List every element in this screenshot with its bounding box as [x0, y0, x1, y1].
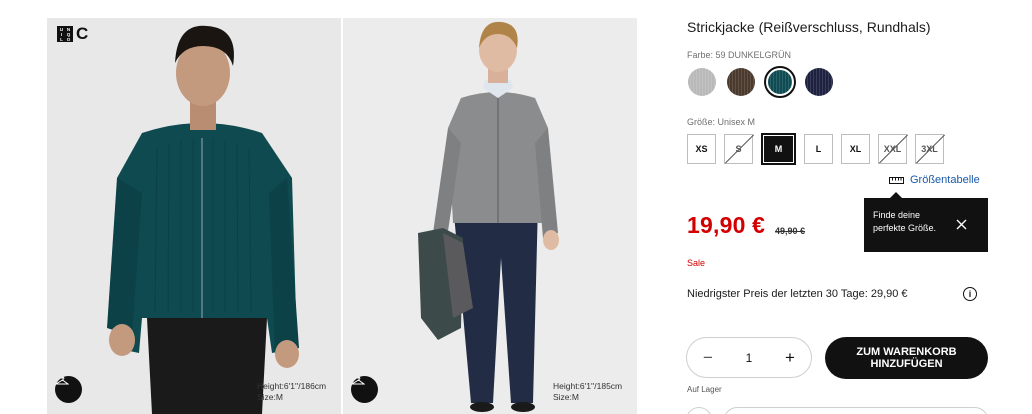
color-swatch-navy[interactable] — [803, 66, 835, 98]
increase-quantity-button[interactable]: + — [783, 348, 797, 368]
add-to-cart-line-1: ZUM WARENKORB — [856, 346, 957, 358]
color-swatches — [686, 66, 835, 98]
model-height: Height:6'1''/186cm — [257, 381, 327, 391]
product-photo-front[interactable]: U N I Q L O C Height:6'1''/186cm Size:M — [47, 18, 341, 414]
decrease-quantity-button[interactable]: − — [701, 348, 715, 368]
model-size: Size:M — [553, 392, 579, 402]
original-price: 49,90 € — [775, 226, 806, 236]
stock-status: Auf Lager — [687, 385, 722, 394]
model-size: Size:M — [257, 392, 283, 402]
model-info: Height:6'1''/186cm Size:M — [257, 381, 326, 403]
model-height: Height:6'1''/185cm — [553, 381, 623, 391]
size-option-xs[interactable]: XS — [687, 134, 716, 164]
wishlist-button[interactable] — [686, 407, 712, 414]
model-illustration-grey-cardigan — [343, 18, 637, 414]
color-swatch-dark-green[interactable] — [764, 66, 796, 98]
quantity-value[interactable]: 1 — [746, 351, 753, 365]
color-swatch-grey[interactable] — [686, 66, 718, 98]
size-guide-label: Größentabelle — [910, 174, 980, 186]
store-availability-button[interactable] — [724, 407, 988, 414]
size-option-xxl[interactable]: XXL — [878, 134, 907, 164]
size-guide-link[interactable]: Größentabelle — [889, 174, 980, 186]
product-photo-styled[interactable]: Height:6'1''/185cm Size:M — [343, 18, 637, 414]
quantity-stepper: − 1 + — [686, 337, 812, 378]
add-to-cart-button[interactable]: ZUM WARENKORB HINZUFÜGEN — [825, 337, 988, 379]
hanger-icon[interactable] — [351, 376, 378, 403]
color-label: Farbe: 59 DUNKELGRÜN — [687, 50, 792, 60]
size-label: Größe: Unisex M — [687, 117, 756, 127]
size-selector: XS S M L XL XXL 3XL — [687, 133, 944, 165]
product-title: Strickjacke (Reißverschluss, Rundhals) — [687, 19, 931, 35]
info-icon[interactable]: i — [963, 287, 977, 301]
uniqlo-logo-box: U N I Q L O — [57, 26, 73, 42]
size-option-m[interactable]: M — [761, 133, 796, 165]
size-option-xl[interactable]: XL — [841, 134, 870, 164]
logo-c-text: C — [76, 24, 89, 43]
sale-badge: Sale — [687, 258, 706, 268]
model-illustration-green-cardigan — [47, 18, 341, 414]
size-finder-tooltip: Finde deine perfekte Größe. — [864, 192, 988, 252]
ruler-icon — [889, 176, 904, 184]
model-info: Height:6'1''/185cm Size:M — [553, 381, 622, 403]
lowest-price-info: Niedrigster Preis der letzten 30 Tage: 2… — [687, 288, 908, 300]
size-option-3xl[interactable]: 3XL — [915, 134, 944, 164]
hanger-icon[interactable] — [55, 376, 82, 403]
uniqlo-c-logo: U N I Q L O C — [57, 24, 89, 43]
size-option-s[interactable]: S — [724, 134, 753, 164]
close-icon[interactable] — [956, 219, 967, 230]
product-gallery: U N I Q L O C Height:6'1''/186cm Size:M — [47, 18, 637, 414]
size-option-l[interactable]: L — [804, 134, 833, 164]
color-swatch-brown[interactable] — [725, 66, 757, 98]
sale-price: 19,90 € — [687, 212, 766, 238]
add-to-cart-line-2: HINZUFÜGEN — [870, 358, 943, 370]
